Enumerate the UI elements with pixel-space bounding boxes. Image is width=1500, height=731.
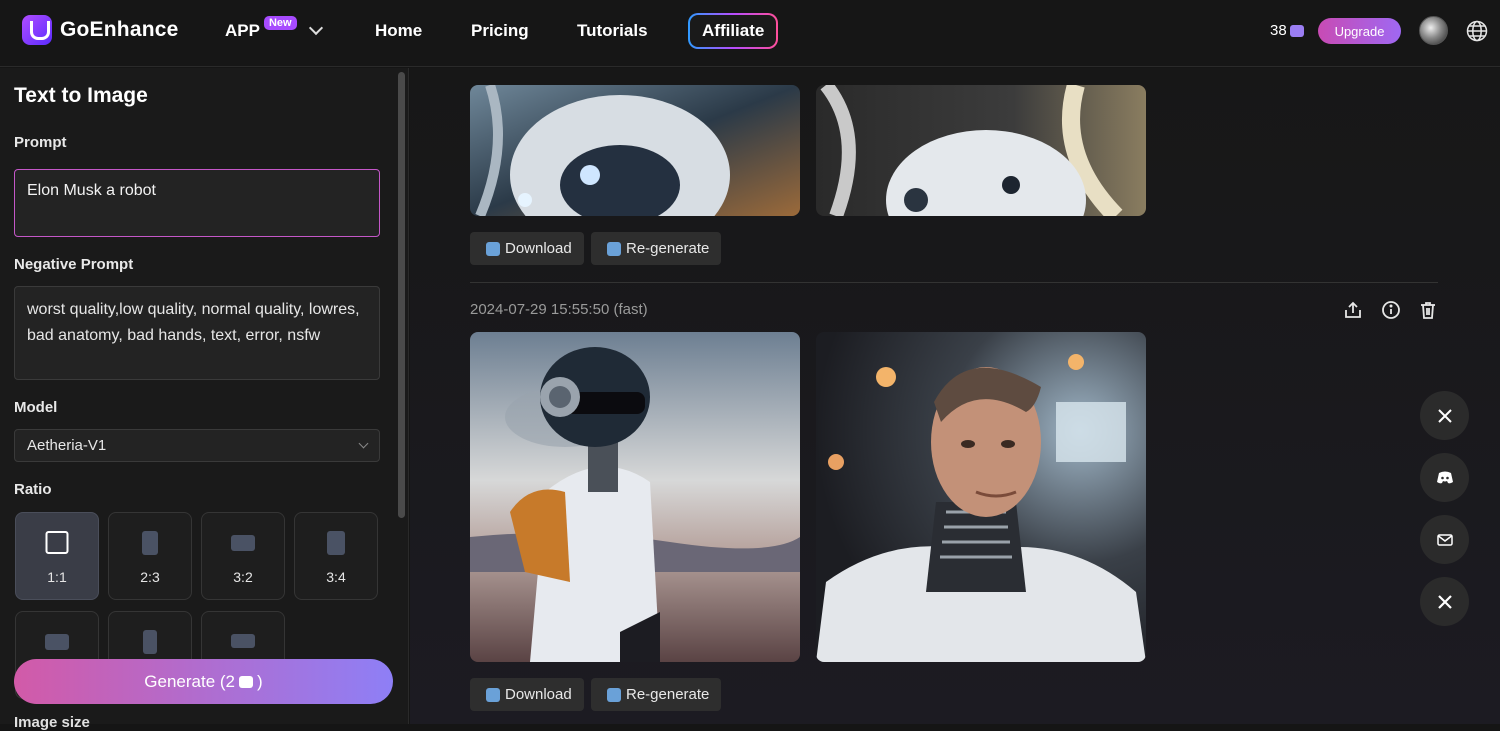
download-label: Download — [505, 686, 572, 703]
ratio-label: Ratio — [14, 481, 52, 498]
nav-tutorials[interactable]: Tutorials — [577, 0, 648, 62]
landscape-ratio-icon — [231, 634, 255, 648]
close-share-button[interactable] — [1420, 577, 1469, 626]
landscape-ratio-icon — [45, 634, 69, 650]
refresh-icon — [607, 687, 621, 702]
chevron-down-icon — [358, 438, 369, 449]
credit-count: 38 — [1270, 22, 1287, 39]
prompt-label: Prompt — [14, 134, 67, 151]
coin-icon — [239, 675, 254, 688]
negative-prompt-input[interactable]: worst quality,low quality, normal qualit… — [14, 286, 380, 380]
model-select[interactable]: Aetheria-V1 — [14, 429, 380, 462]
generated-image[interactable] — [816, 85, 1146, 216]
ratio-option-3-4[interactable]: 3:4 — [294, 512, 378, 600]
info-icon[interactable] — [1381, 300, 1401, 320]
share-icon[interactable] — [1343, 300, 1363, 320]
generate-label: Generate (2 — [144, 671, 236, 691]
result-divider — [470, 282, 1438, 283]
nav-affiliate-button[interactable]: Affiliate — [688, 13, 778, 49]
portrait-ratio-icon — [143, 630, 157, 654]
page-title: Text to Image — [14, 84, 148, 107]
close-icon — [1437, 594, 1452, 609]
negative-prompt-label: Negative Prompt — [14, 256, 134, 273]
download-button[interactable]: Download — [470, 232, 584, 265]
portrait-ratio-icon — [327, 531, 345, 555]
prompt-input[interactable]: Elon Musk a robot — [14, 169, 380, 237]
brand-logo[interactable]: GoEnhance — [22, 15, 179, 45]
generate-label-suffix: ) — [257, 671, 263, 691]
ratio-option-label: 3:4 — [326, 569, 346, 585]
upgrade-button[interactable]: Upgrade — [1318, 18, 1401, 44]
generate-button[interactable]: Generate (2 ) — [14, 659, 393, 704]
nav-home[interactable]: Home — [375, 0, 422, 62]
new-badge: New — [263, 16, 297, 30]
model-value: Aetheria-V1 — [27, 437, 107, 454]
download-icon — [486, 241, 500, 256]
regenerate-button[interactable]: Re-generate — [591, 678, 722, 711]
logo-icon — [22, 15, 52, 45]
x-icon — [1437, 408, 1452, 423]
trash-icon[interactable] — [1418, 300, 1438, 320]
globe-icon[interactable] — [1466, 20, 1488, 42]
download-icon — [486, 687, 500, 702]
generation-timestamp: 2024-07-29 15:55:50 (fast) — [470, 301, 648, 318]
portrait-ratio-icon — [142, 531, 158, 555]
sidebar-scrollbar[interactable] — [398, 72, 405, 518]
download-label: Download — [505, 240, 572, 257]
refresh-icon — [607, 241, 621, 256]
ratio-option-label: 2:3 — [140, 569, 160, 585]
brand-name: GoEnhance — [60, 18, 179, 41]
image-size-label: Image size — [14, 714, 90, 731]
download-button[interactable]: Download — [470, 678, 584, 711]
ratio-option-3-2[interactable]: 3:2 — [201, 512, 285, 600]
ratio-option-label: 3:2 — [233, 569, 253, 585]
generated-image[interactable] — [470, 332, 800, 662]
nav-app-menu[interactable]: APP New — [225, 0, 323, 62]
discord-button[interactable] — [1420, 453, 1469, 502]
discord-icon — [1436, 471, 1453, 483]
ratio-option-label: 1:1 — [47, 569, 67, 585]
avatar[interactable] — [1419, 16, 1448, 45]
regenerate-button[interactable]: Re-generate — [591, 232, 722, 265]
ratio-option-1-1[interactable]: 1:1 — [15, 512, 99, 600]
chevron-down-icon — [308, 20, 323, 36]
regenerate-label: Re-generate — [626, 686, 710, 703]
ratio-option-2-3[interactable]: 2:3 — [108, 512, 192, 600]
regenerate-label: Re-generate — [626, 240, 710, 257]
credit-balance: 38 — [1270, 22, 1304, 39]
coin-icon — [1289, 24, 1304, 37]
generated-image[interactable] — [816, 332, 1146, 662]
x-share-button[interactable] — [1420, 391, 1469, 440]
landscape-ratio-icon — [231, 535, 255, 551]
email-button[interactable] — [1420, 515, 1469, 564]
mail-icon — [1436, 533, 1453, 546]
nav-app-label: APP — [225, 21, 260, 40]
square-ratio-icon — [45, 531, 69, 554]
nav-pricing[interactable]: Pricing — [471, 0, 529, 62]
model-label: Model — [14, 399, 58, 416]
generated-image[interactable] — [470, 85, 800, 216]
